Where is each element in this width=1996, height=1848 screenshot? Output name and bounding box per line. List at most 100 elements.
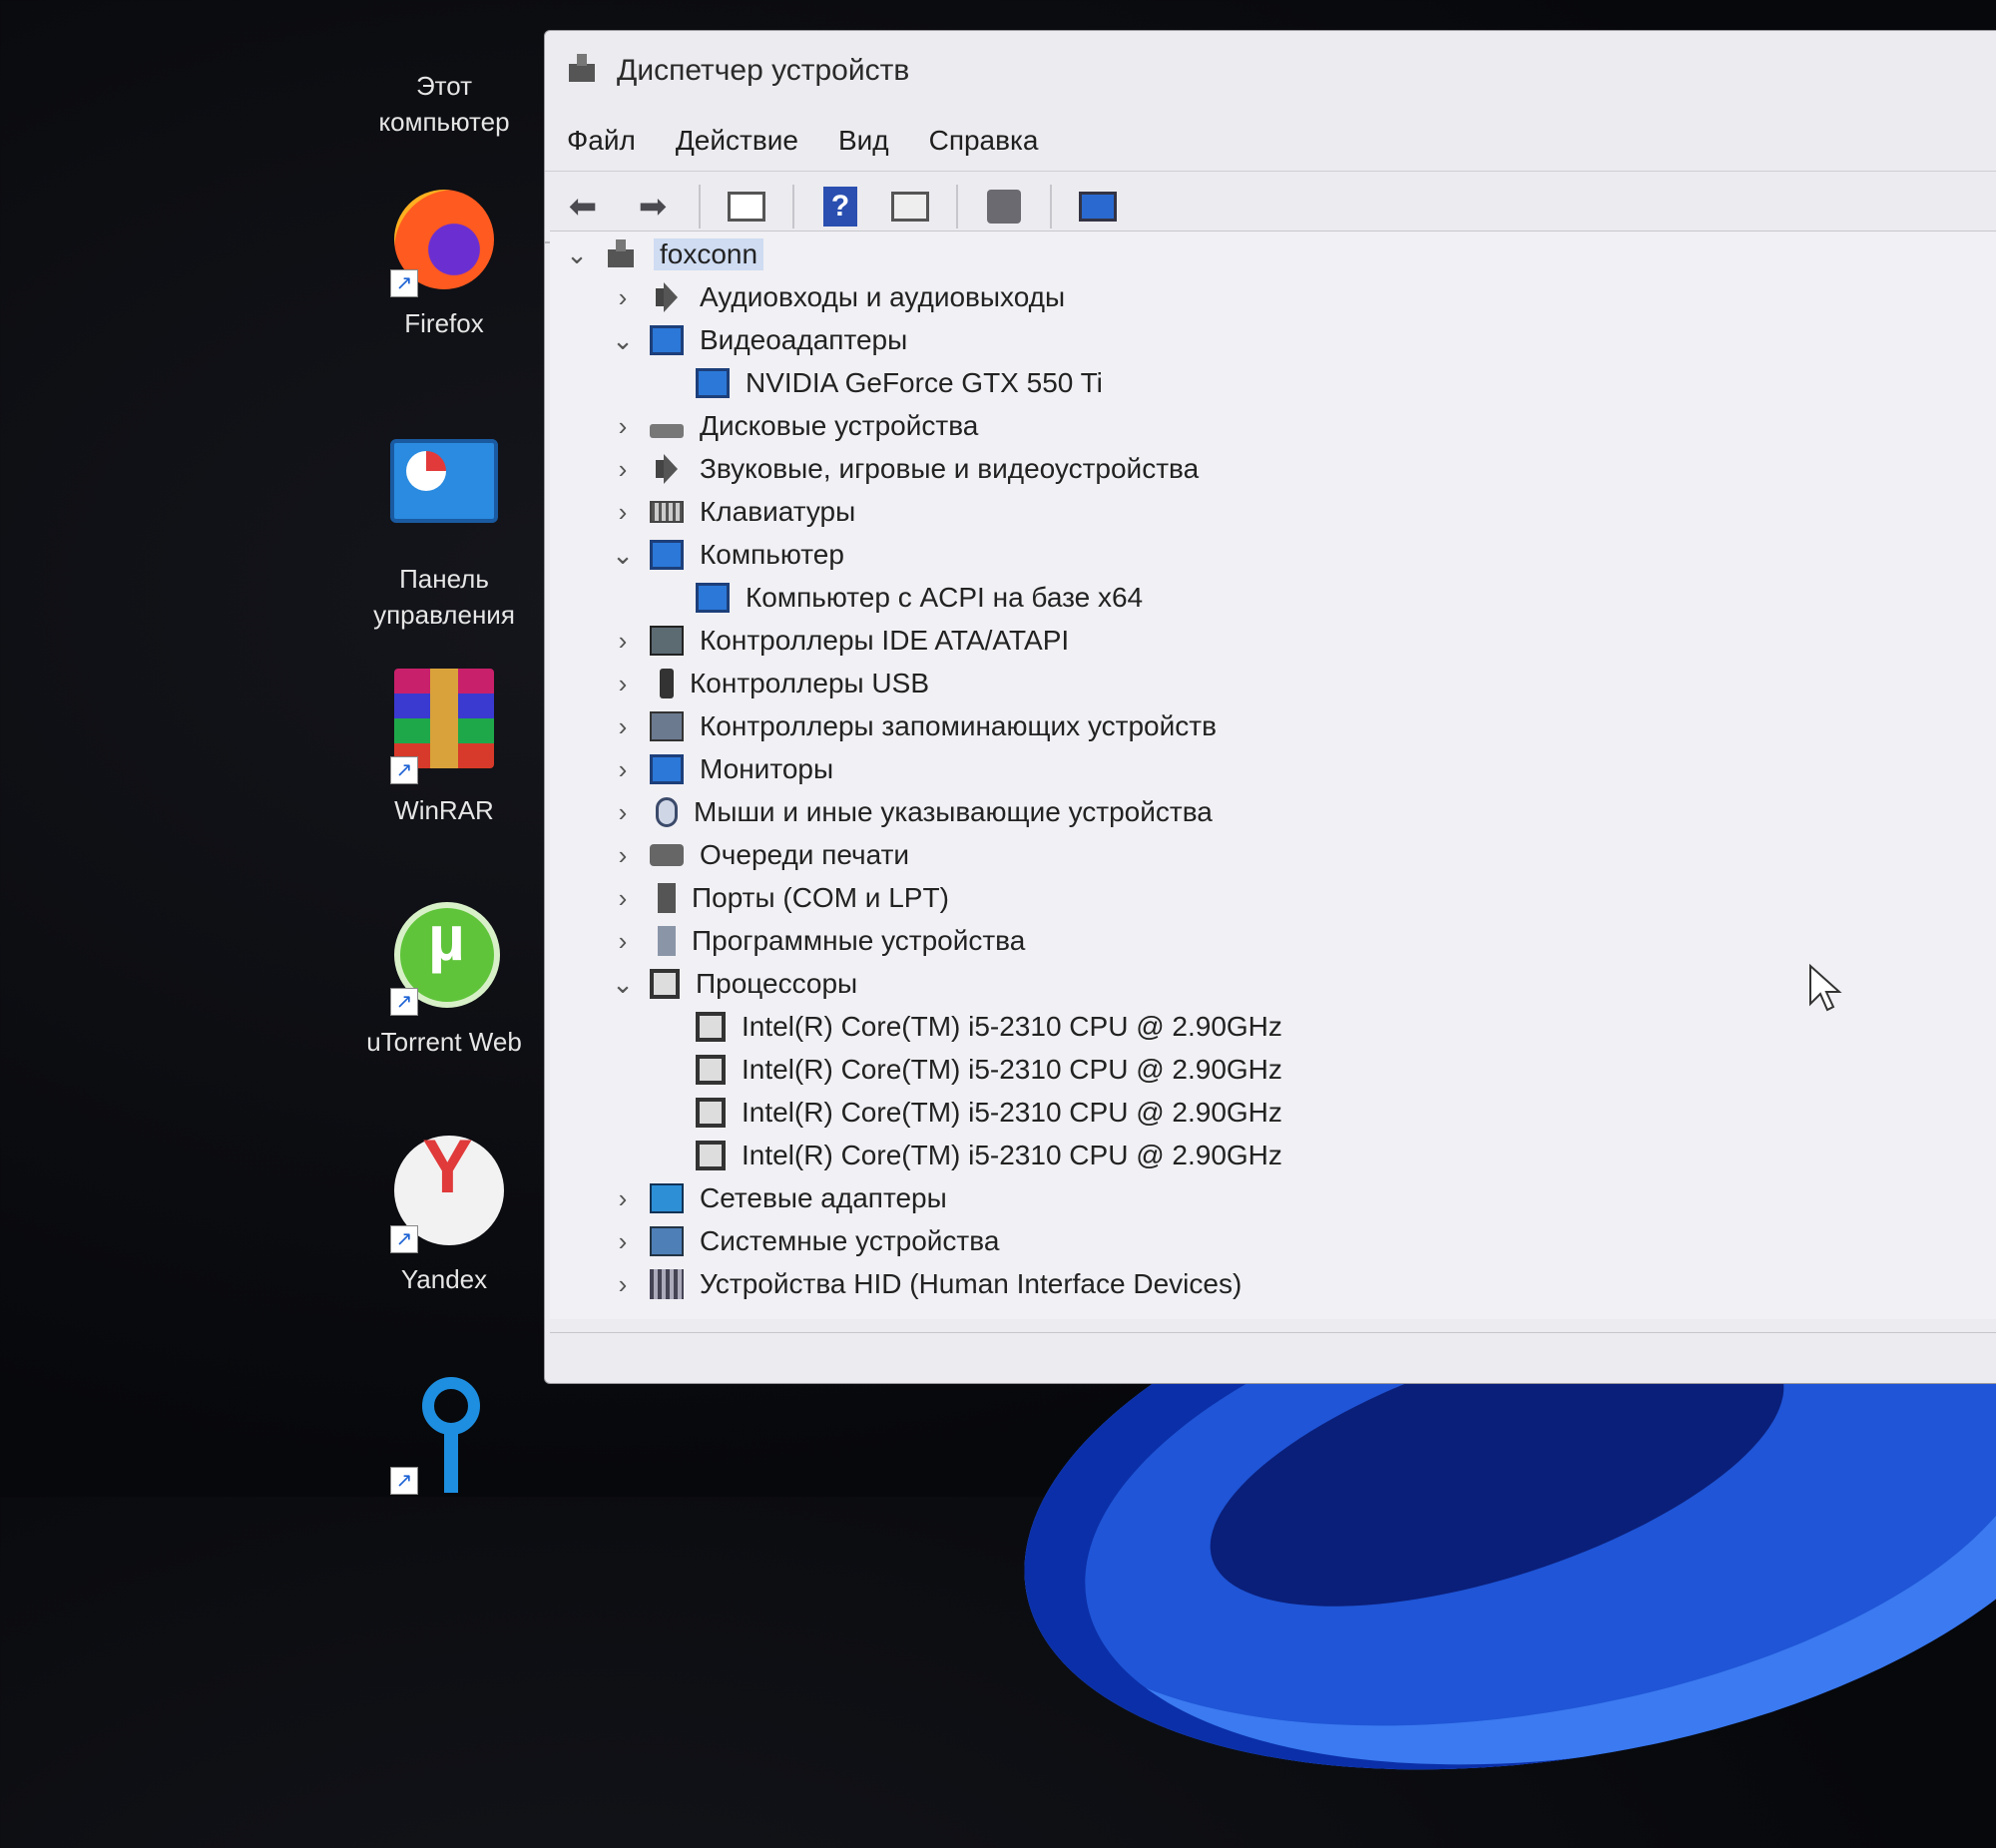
shortcut-arrow-icon: ↗: [390, 756, 418, 784]
tree-node-label: Мыши и иные указывающие устройства: [694, 796, 1213, 827]
tree-node-network-adapters[interactable]: › Сетевые адаптеры: [608, 1177, 947, 1219]
chevron-down-icon[interactable]: ⌄: [608, 540, 638, 571]
hid-icon: [650, 1269, 684, 1299]
tree-node-storage-controllers[interactable]: › Контроллеры запоминающих устройств: [608, 705, 1217, 747]
desktop-icon-control-panel[interactable]: Панель управления: [349, 435, 539, 633]
desktop-icon-label: uTorrent Web: [366, 1027, 522, 1057]
shortcut-arrow-icon: ↗: [390, 988, 418, 1016]
port-icon: [658, 883, 676, 913]
desktop-icon-utorrent[interactable]: µ ↗ uTorrent Web: [349, 898, 539, 1060]
chevron-right-icon[interactable]: ›: [608, 840, 638, 871]
display-adapter-icon: [696, 368, 730, 398]
tree-node-processors[interactable]: ⌄ Процессоры: [608, 963, 857, 1005]
speaker-icon: [650, 282, 684, 312]
tree-node-label: Компьютер: [700, 539, 844, 570]
tree-node-hid[interactable]: › Устройства HID (Human Interface Device…: [608, 1263, 1242, 1305]
desktop-icon-this-pc[interactable]: Этот компьютер: [349, 68, 539, 140]
tree-node-keyboards[interactable]: › Клавиатуры: [608, 491, 856, 533]
chevron-right-icon[interactable]: ›: [608, 1269, 638, 1300]
shortcut-arrow-icon: ↗: [390, 1225, 418, 1253]
desktop-icon-winrar[interactable]: ↗ WinRAR: [349, 667, 539, 828]
tree-leaf-label: Intel(R) Core(TM) i5-2310 CPU @ 2.90GHz: [742, 1011, 1282, 1042]
scan-hardware-icon[interactable]: [1074, 185, 1122, 229]
desktop-icon-vpn[interactable]: ↗: [349, 1377, 539, 1503]
tree-leaf-label: Intel(R) Core(TM) i5-2310 CPU @ 2.90GHz: [742, 1097, 1282, 1128]
tree-leaf-cpu[interactable]: Intel(R) Core(TM) i5-2310 CPU @ 2.90GHz: [696, 1135, 1282, 1176]
chevron-down-icon[interactable]: ⌄: [562, 239, 592, 270]
chevron-right-icon[interactable]: ›: [608, 711, 638, 742]
chevron-right-icon[interactable]: ›: [608, 669, 638, 699]
printer-icon: [650, 844, 684, 866]
tree-node-monitors[interactable]: › Мониторы: [608, 748, 833, 790]
update-driver-icon[interactable]: [980, 185, 1028, 229]
tree-leaf-acpi[interactable]: Компьютер с ACPI на базе x64: [696, 577, 1143, 619]
window-title: Диспетчер устройств: [617, 54, 910, 87]
desktop-icon-label: Панель: [399, 564, 489, 594]
chevron-down-icon[interactable]: ⌄: [608, 969, 638, 1000]
network-adapter-icon: [650, 1183, 684, 1213]
status-bar: [550, 1332, 1996, 1383]
tree-node-audio-io[interactable]: › Аудиовходы и аудиовыходы: [608, 276, 1065, 318]
computer-icon: [696, 583, 730, 613]
tree-node-ports[interactable]: › Порты (COM и LPT): [608, 877, 949, 919]
menu-view[interactable]: Вид: [838, 125, 889, 157]
tree-root[interactable]: ⌄ foxconn: [562, 233, 764, 275]
forward-arrow-icon[interactable]: ➡: [629, 185, 677, 229]
tree-node-sound[interactable]: › Звуковые, игровые и видеоустройства: [608, 448, 1199, 490]
chevron-right-icon[interactable]: ›: [608, 797, 638, 828]
usb-icon: [660, 669, 674, 698]
chevron-right-icon[interactable]: ›: [608, 926, 638, 957]
chevron-right-icon[interactable]: ›: [608, 282, 638, 313]
tree-node-ide[interactable]: › Контроллеры IDE ATA/ATAPI: [608, 620, 1069, 662]
chevron-right-icon[interactable]: ›: [608, 454, 638, 485]
chevron-right-icon[interactable]: ›: [608, 754, 638, 785]
yandex-browser-icon: Y ↗: [384, 1130, 504, 1255]
desktop-icon-yandex[interactable]: Y ↗ Yandex: [349, 1130, 539, 1297]
back-arrow-icon[interactable]: ⬅: [559, 185, 607, 229]
tree-node-disk-drives[interactable]: › Дисковые устройства: [608, 405, 979, 447]
tree-node-display-adapters[interactable]: ⌄ Видеоадаптеры: [608, 319, 907, 361]
tree-leaf-cpu[interactable]: Intel(R) Core(TM) i5-2310 CPU @ 2.90GHz: [696, 1049, 1282, 1091]
desktop-icon-label: компьютер: [378, 107, 510, 137]
tree-root-label: foxconn: [654, 238, 764, 270]
view-icon[interactable]: [886, 185, 934, 229]
chevron-right-icon[interactable]: ›: [608, 1226, 638, 1257]
tree-node-mice[interactable]: › Мыши и иные указывающие устройства: [608, 791, 1213, 833]
properties-icon[interactable]: [723, 185, 770, 229]
tree-leaf-cpu[interactable]: Intel(R) Core(TM) i5-2310 CPU @ 2.90GHz: [696, 1092, 1282, 1134]
display-adapter-icon: [650, 325, 684, 355]
processor-icon: [696, 1141, 726, 1170]
menu-action[interactable]: Действие: [676, 125, 798, 157]
tree-node-print-queues[interactable]: › Очереди печати: [608, 834, 909, 876]
tree-node-system-devices[interactable]: › Системные устройства: [608, 1220, 999, 1262]
device-manager-window: Диспетчер устройств Файл Действие Вид Сп…: [544, 30, 1996, 1384]
menu-help[interactable]: Справка: [929, 125, 1039, 157]
chevron-right-icon[interactable]: ›: [608, 497, 638, 528]
chevron-right-icon[interactable]: ›: [608, 1183, 638, 1214]
system-device-icon: [650, 1226, 684, 1256]
chevron-right-icon[interactable]: ›: [608, 411, 638, 442]
monitor-icon: [650, 754, 684, 784]
tree-leaf-cpu[interactable]: Intel(R) Core(TM) i5-2310 CPU @ 2.90GHz: [696, 1006, 1282, 1048]
tree-node-usb[interactable]: › Контроллеры USB: [608, 663, 929, 704]
tree-node-software-devices[interactable]: › Программные устройства: [608, 920, 1025, 962]
chevron-down-icon[interactable]: ⌄: [608, 325, 638, 356]
tree-node-label: Мониторы: [700, 753, 834, 784]
chevron-right-icon[interactable]: ›: [608, 883, 638, 914]
tree-node-computer[interactable]: ⌄ Компьютер: [608, 534, 844, 576]
desktop-icon-firefox[interactable]: ↗ Firefox: [349, 180, 539, 341]
chevron-right-icon[interactable]: ›: [608, 626, 638, 657]
processor-icon: [696, 1055, 726, 1085]
tree-node-label: Дисковые устройства: [700, 410, 979, 441]
storage-controller-icon: [650, 711, 684, 741]
desktop-icon-label: Yandex: [400, 1264, 488, 1294]
keyboard-icon: [650, 501, 684, 523]
shortcut-arrow-icon: ↗: [390, 269, 418, 297]
help-icon[interactable]: ?: [816, 185, 864, 229]
menu-file[interactable]: Файл: [567, 125, 636, 157]
title-bar[interactable]: Диспетчер устройств: [545, 31, 1996, 111]
computer-icon: [650, 540, 684, 570]
tree-leaf-gpu[interactable]: NVIDIA GeForce GTX 550 Ti: [696, 362, 1103, 404]
tree-node-label: Порты (COM и LPT): [692, 882, 949, 913]
tree-node-label: Аудиовходы и аудиовыходы: [700, 281, 1066, 312]
